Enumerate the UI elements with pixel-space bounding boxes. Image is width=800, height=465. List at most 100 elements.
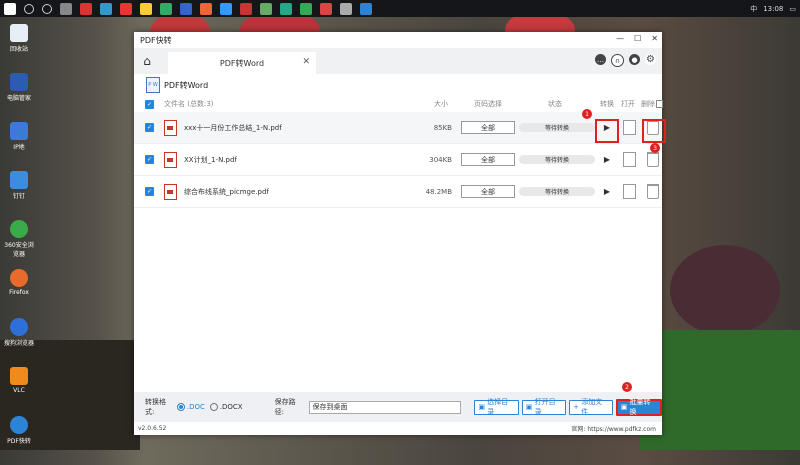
- open-dir-button[interactable]: ▣ 打开目录: [521, 398, 567, 416]
- desktop-icon-item[interactable]: Firefox: [4, 269, 34, 314]
- pdf-file-icon: [164, 151, 177, 168]
- app-icon[interactable]: [160, 2, 172, 15]
- app-icon[interactable]: [300, 2, 312, 15]
- maximize-button[interactable]: ☐: [634, 34, 641, 43]
- desktop-icons: 回收站 电脑管家 IP地 钉钉 360安全浏览器 Firefox 搜狗浏览器 V…: [4, 24, 34, 465]
- desktop-icon-item[interactable]: 360安全浏览器: [4, 220, 34, 265]
- vlc-icon: [10, 367, 28, 385]
- app-icon[interactable]: [220, 2, 232, 15]
- file-size: 304KB: [429, 155, 452, 164]
- search-icon[interactable]: [24, 3, 34, 14]
- file-size: 48.2MB: [425, 187, 452, 196]
- app-icon[interactable]: [240, 2, 252, 15]
- doc-label[interactable]: .DOC: [187, 403, 205, 411]
- folder-icon: ▣: [478, 403, 488, 411]
- page-select-input[interactable]: 全部: [461, 153, 515, 166]
- row-checkbox[interactable]: ✓: [145, 155, 154, 164]
- home-icon[interactable]: ⌂: [134, 48, 160, 74]
- app-icon[interactable]: [120, 2, 132, 15]
- row-checkbox[interactable]: ✓: [145, 123, 154, 132]
- plus-icon: +: [573, 403, 582, 411]
- version-label: v2.0.6.52: [138, 425, 167, 432]
- col-status: 状态: [548, 100, 562, 108]
- desktop-icon-item[interactable]: PDF快转: [4, 416, 34, 461]
- choose-dir-button[interactable]: ▣ 选择目录: [474, 398, 519, 416]
- cortana-icon[interactable]: [42, 3, 52, 14]
- notification-icon[interactable]: ▭: [789, 5, 796, 13]
- trash-icon[interactable]: [647, 152, 659, 167]
- headset-icon[interactable]: ∩: [611, 54, 624, 67]
- desktop-icon-item[interactable]: IP地: [4, 122, 34, 167]
- desktop-icon-item[interactable]: 搜狗浏览器: [4, 318, 34, 363]
- page-select-input[interactable]: 全部: [461, 185, 515, 198]
- chat-icon[interactable]: …: [595, 54, 606, 65]
- firefox-icon: [10, 269, 28, 287]
- table-row: ✓ XX计划_1-N.pdf 304KB 全部 等待转换 ▶: [134, 144, 662, 176]
- docx-label[interactable]: .DOCX: [220, 403, 243, 411]
- row-checkbox[interactable]: ✓: [145, 187, 154, 196]
- wallpaper-produce: [670, 245, 780, 335]
- close-button[interactable]: ✕: [651, 34, 658, 43]
- doc-radio[interactable]: [176, 403, 185, 411]
- tab-close-icon[interactable]: ✕: [302, 57, 310, 67]
- lang-indicator[interactable]: 中: [750, 4, 757, 14]
- badge-3: 3: [650, 143, 660, 153]
- pdf-file-icon: [164, 119, 177, 136]
- open-file-icon[interactable]: [623, 152, 636, 167]
- col-size: 大小: [434, 100, 448, 108]
- app-icon[interactable]: [280, 2, 292, 15]
- footer: v2.0.6.52 官网: https://www.pdfkz.com: [134, 422, 662, 435]
- page-select-input[interactable]: 全部: [461, 121, 515, 134]
- app-icon[interactable]: [140, 2, 152, 15]
- add-file-button[interactable]: + 添加文件: [569, 398, 613, 416]
- app-icon[interactable]: [180, 2, 192, 15]
- col-convert: 转换: [600, 100, 614, 108]
- pc-manager-icon: [10, 73, 28, 91]
- pdf-file-icon: [164, 183, 177, 200]
- format-label: 转换格式:: [145, 398, 166, 416]
- pdf-app-icon[interactable]: [360, 2, 372, 15]
- open-file-icon[interactable]: [623, 120, 636, 135]
- app-window: PDF快转 — ☐ ✕ ⌂ PDF转Word ✕ … ∩ ● ⚙ P W PDF…: [134, 32, 666, 435]
- badge-1: 1: [582, 109, 592, 119]
- trash-icon[interactable]: [647, 184, 659, 199]
- app-icon[interactable]: [100, 2, 112, 15]
- minimize-button[interactable]: —: [616, 34, 624, 43]
- docx-radio[interactable]: [209, 403, 218, 411]
- user-icon[interactable]: ●: [629, 54, 640, 65]
- tab-pdf-to-word[interactable]: PDF转Word ✕: [168, 52, 316, 74]
- system-tray: 中 13:08 ▭: [750, 0, 796, 17]
- delete-all-icon[interactable]: [656, 100, 663, 108]
- desktop-icon-item[interactable]: VLC: [4, 367, 34, 412]
- col-pages: 页码选择: [474, 100, 502, 108]
- app-icon[interactable]: [340, 2, 352, 15]
- clock[interactable]: 13:08: [763, 5, 783, 13]
- open-file-icon[interactable]: [623, 184, 636, 199]
- status-badge: 等待转换: [519, 187, 595, 196]
- gear-icon[interactable]: ⚙: [645, 54, 656, 65]
- app-icon[interactable]: [320, 2, 332, 15]
- section-label: PDF转Word: [164, 80, 209, 90]
- app-icon[interactable]: [260, 2, 272, 15]
- desktop-icon-item[interactable]: 电脑管家: [4, 73, 34, 118]
- batch-convert-button[interactable]: ▣ 批量转换: [615, 398, 663, 416]
- tab-bar: ⌂ PDF转Word ✕ … ∩ ● ⚙: [134, 48, 662, 74]
- badge-2: 2: [622, 382, 632, 392]
- play-icon[interactable]: ▶: [599, 152, 615, 168]
- file-name: 综合布线系统_picmge.pdf: [184, 187, 269, 196]
- select-all-checkbox[interactable]: ✓: [145, 99, 154, 109]
- section-title: P W PDF转Word: [134, 74, 662, 96]
- save-path-input[interactable]: 保存到桌面: [308, 400, 462, 414]
- desktop-icon-item[interactable]: 钉钉: [4, 171, 34, 216]
- title-bar: PDF快转 — ☐ ✕: [134, 32, 662, 48]
- app-icon[interactable]: [200, 2, 212, 15]
- status-badge: 等待转换: [519, 155, 595, 164]
- website-link[interactable]: 官网: https://www.pdfkz.com: [571, 424, 656, 433]
- pdf-convert-icon: [10, 416, 28, 434]
- taskbar: 中 13:08 ▭: [0, 0, 800, 17]
- start-icon[interactable]: [4, 2, 16, 15]
- play-icon[interactable]: ▶: [599, 184, 615, 200]
- taskview-icon[interactable]: [60, 2, 72, 15]
- app-icon[interactable]: [80, 2, 92, 15]
- desktop-icon-item[interactable]: 回收站: [4, 24, 34, 69]
